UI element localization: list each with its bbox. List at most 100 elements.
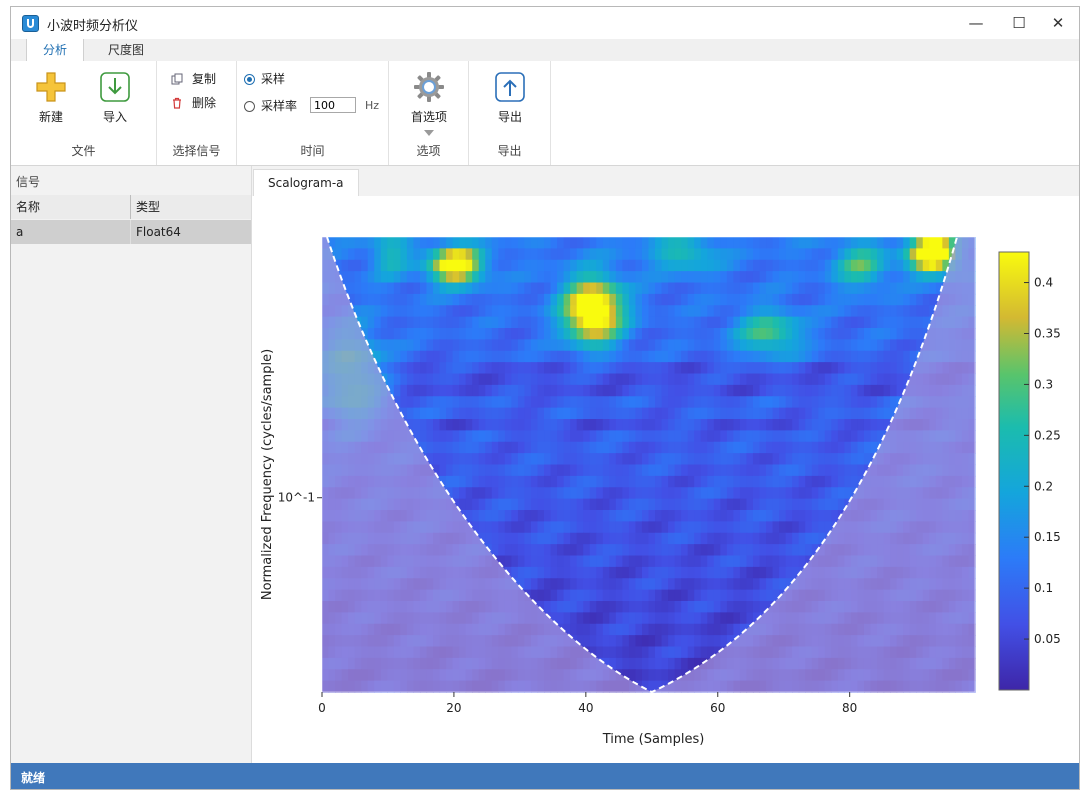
heatmap-cell [583,475,591,488]
heatmap-cell [550,248,558,261]
heatmap-cell [426,350,434,363]
heatmap-cell [439,328,447,340]
heatmap-cell [524,259,532,272]
heatmap-cell [811,464,819,477]
heatmap-cell [798,339,806,352]
samples-radio[interactable]: 采样 [244,70,285,88]
heatmap-cell [576,396,584,409]
heatmap-cell [426,384,434,397]
heatmap-cell [576,475,584,488]
heatmap-cell [563,419,571,431]
heatmap-cell [700,623,708,636]
heatmap-cell [811,407,819,420]
heatmap-cell [726,623,734,636]
heatmap-cell [615,510,623,522]
column-header-name[interactable]: 名称 [11,195,40,219]
heatmap-cell [785,566,793,579]
heatmap-cell [779,464,787,477]
heatmap-cell [655,532,663,545]
heatmap-cell [746,362,754,375]
heatmap-cell [785,407,793,420]
heatmap-cell [354,237,362,249]
heatmap-cell [433,282,441,295]
heatmap-cell [720,396,728,409]
export-button[interactable]: 导出 [483,71,537,125]
heatmap-cell [459,475,467,488]
heatmap-cell [837,362,845,375]
heatmap-cell [766,487,774,500]
heatmap-cell [504,373,512,386]
heatmap-cell [459,316,467,329]
heatmap-cell [413,293,421,306]
heatmap-cell [655,441,663,454]
delete-button[interactable]: 删除 [171,94,216,112]
heatmap-cell [367,305,375,318]
heatmap-cell [681,259,689,272]
maximize-button[interactable]: ☐ [1004,13,1034,33]
heatmap-cell [570,623,578,636]
column-header-type[interactable]: 类型 [131,195,160,219]
heatmap-cell [609,510,617,522]
copy-button[interactable]: 复制 [171,70,216,88]
close-button[interactable]: ✕ [1043,13,1073,33]
copy-icon [171,73,183,85]
heatmap-cell [615,646,623,659]
heatmap-cell [850,316,859,329]
scalogram-chart[interactable]: 0 20 40 60 80 10^-1 Time (Samples) Normalize… [252,196,1080,763]
new-button[interactable]: 新建 [24,71,78,125]
heatmap-cell [446,305,454,318]
file-group: 新建 导入 文件 [11,61,157,165]
heatmap-cell [779,362,787,375]
heatmap-cell [615,396,623,409]
heatmap-cell [785,248,793,261]
heatmap-cell [772,578,780,591]
tab-scalogram[interactable]: 尺度图 [92,39,160,61]
heatmap-cell [687,316,695,329]
heatmap-cell [563,521,571,534]
heatmap-cell [713,384,721,397]
preferences-button[interactable]: 首选项 [402,71,456,136]
heatmap-cell [452,407,460,420]
heatmap-cell [641,305,650,318]
tab-analysis[interactable]: 分析 [26,39,85,61]
table-row[interactable]: a Float64 [11,220,251,244]
heatmap-cell [746,521,754,534]
heatmap-cell [713,612,721,625]
heatmap-cell [628,350,637,363]
x-axis-label: Time (Samples) [602,732,705,747]
heatmap-cell [792,441,800,454]
heatmap-cell [668,589,676,602]
heatmap-cell [752,498,761,511]
heatmap-cell [511,521,519,534]
chevron-down-icon[interactable] [424,130,434,136]
sample-rate-input[interactable] [310,97,356,113]
heatmap-cell [694,612,702,625]
import-button[interactable]: 导入 [88,71,142,125]
heatmap-cell [890,316,898,329]
heatmap-cell [720,362,728,375]
heatmap-cell [890,362,898,375]
heatmap-cell [805,419,813,431]
heatmap-cell [393,384,401,397]
heatmap-cell [485,316,493,329]
heatmap-cell [694,623,702,636]
heatmap-cell [707,362,715,375]
tab-scalogram-a[interactable]: Scalogram-a [253,169,359,197]
heatmap-cell [622,237,630,249]
heatmap-cell [707,339,715,352]
heatmap-cell [837,373,845,386]
sample-rate-radio[interactable]: 采样率 [244,97,297,115]
heatmap-cell [831,419,839,431]
heatmap-cell [485,498,493,511]
heatmap-cell [570,339,578,352]
heatmap-cell [406,293,415,306]
heatmap-cell [419,237,428,249]
heatmap-cell [628,305,637,318]
heatmap-cell [766,350,774,363]
heatmap-cell [870,237,878,249]
minimize-button[interactable]: — [961,13,991,33]
heatmap-cell [707,316,715,329]
heatmap-cell [465,271,473,284]
heatmap-cell [700,282,708,295]
heatmap-cell [563,316,571,329]
